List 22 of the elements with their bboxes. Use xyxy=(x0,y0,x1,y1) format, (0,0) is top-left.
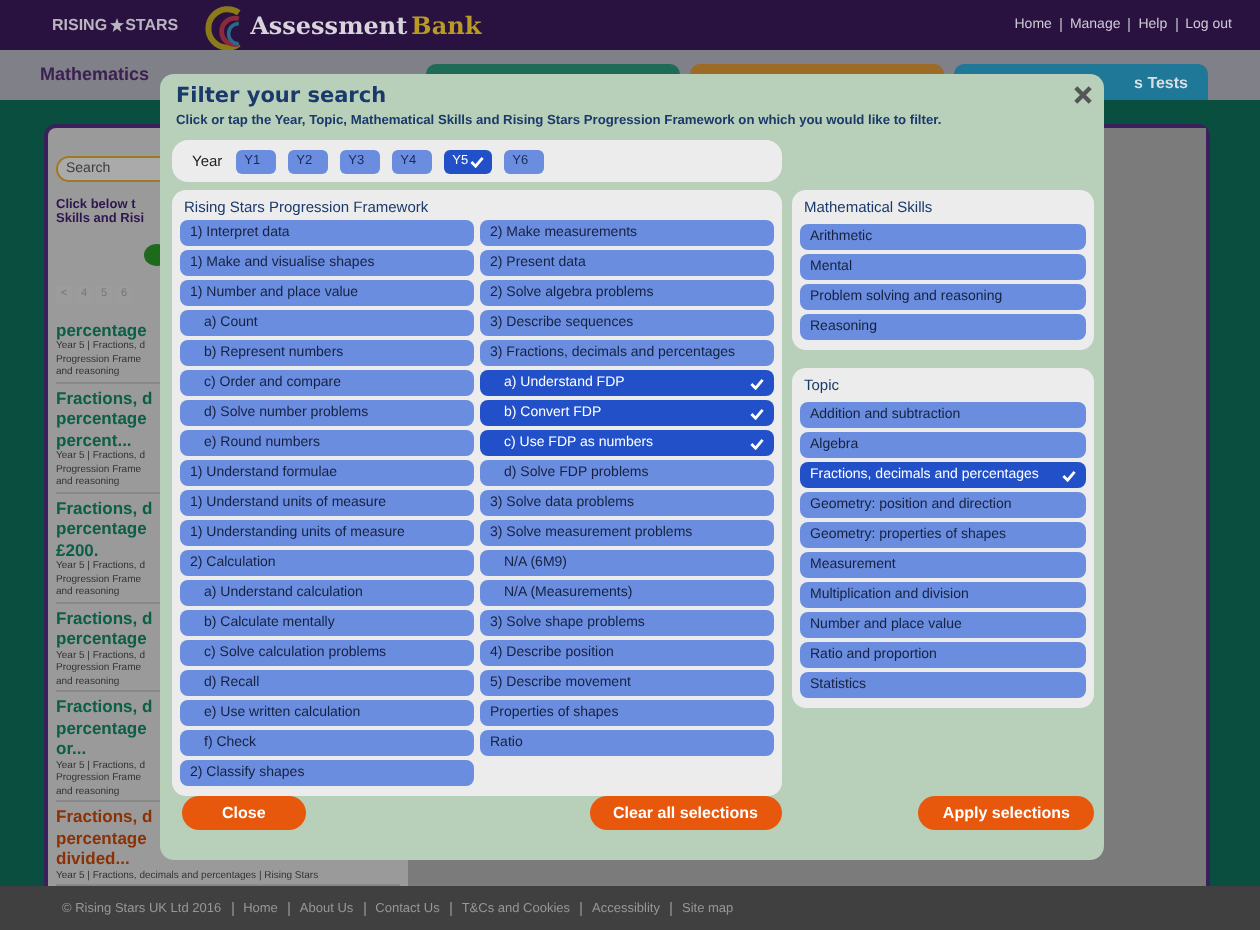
apply-selections-button[interactable]: Apply selections xyxy=(918,796,1094,830)
check-icon xyxy=(1062,469,1076,481)
result-title[interactable]: percentage xyxy=(56,319,147,340)
dialog-title: Filter your search xyxy=(176,84,389,108)
brand-text: STARS xyxy=(125,16,179,34)
clear-selections-button[interactable]: Clear all selections xyxy=(589,796,782,830)
subject-title: Mathematics xyxy=(40,64,150,84)
check-icon xyxy=(470,155,485,167)
check-icon xyxy=(750,437,764,449)
check-icon xyxy=(750,407,764,419)
result-title[interactable]: Fractions, d percentage £200. xyxy=(56,497,153,560)
product-title: Assessment xyxy=(250,11,408,39)
close-icon[interactable] xyxy=(1074,86,1092,104)
result-title[interactable]: Fractions, d percentage percent... xyxy=(56,387,153,450)
brand-text: RISING xyxy=(52,16,108,34)
star-icon xyxy=(109,18,124,32)
result-title[interactable]: Fractions, d percentage xyxy=(56,607,153,649)
close-button[interactable]: Close xyxy=(182,796,306,830)
result-title[interactable]: Fractions, d percentage or... xyxy=(56,696,153,759)
result-title[interactable]: Fractions, d percentage divided... xyxy=(56,806,153,869)
check-icon xyxy=(750,377,764,389)
product-title: Bank xyxy=(411,11,482,39)
